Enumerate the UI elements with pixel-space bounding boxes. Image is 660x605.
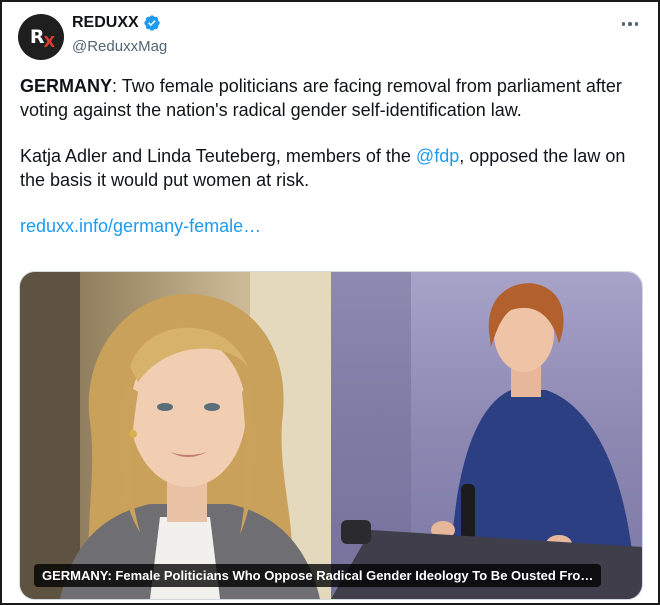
link-card-caption[interactable]: GERMANY: Female Politicians Who Oppose R… [34,564,602,587]
tweet-paragraph-1: GERMANY: Two female politicians are faci… [20,74,645,122]
avatar[interactable]: RX [18,14,64,60]
account-handle[interactable]: @ReduxxMag [72,38,167,55]
account-name-row: REDUXX [72,14,161,32]
tweet-paragraph-2: Katja Adler and Linda Teuteberg, members… [20,144,645,192]
verified-badge-icon [144,15,160,31]
account-name[interactable]: REDUXX [72,14,139,32]
article-link[interactable]: reduxx.info/germany-female… [20,216,261,236]
avatar-logo: RX [29,26,55,51]
tweet-paragraph-3: reduxx.info/germany-female… [20,214,645,238]
tweet-lead-bold: GERMANY [20,76,113,96]
mention-link[interactable]: @fdp [416,146,459,166]
woman-at-podium [331,272,642,599]
link-card-media[interactable]: GERMANY: Female Politicians Who Oppose R… [19,271,643,600]
tweet-card: RX REDUXX @ReduxxMag GERMANY: Two female… [0,0,660,605]
more-options-icon[interactable] [621,22,638,26]
photo-left [20,272,331,599]
tweet-p2-before: Katja Adler and Linda Teuteberg, members… [20,146,416,166]
portrait-woman-blonde [20,272,331,599]
tweet-text: GERMANY: Two female politicians are faci… [20,74,645,238]
photo-right [331,272,642,599]
